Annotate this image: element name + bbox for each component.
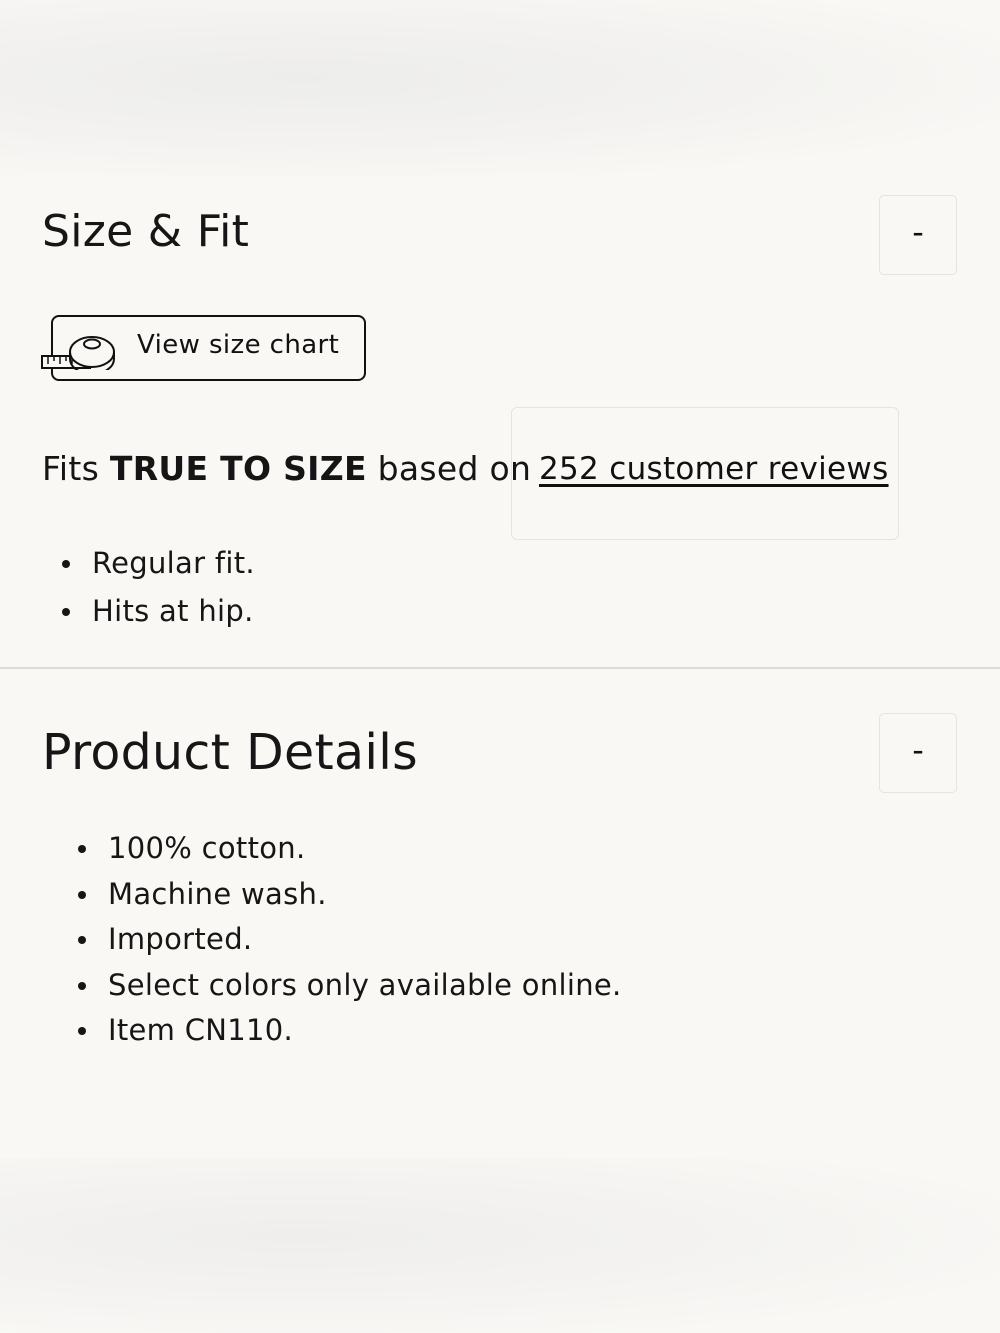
list-item: Hits at hip. <box>56 591 255 639</box>
image-placeholder-bottom <box>0 1158 1000 1333</box>
list-item: Machine wash. <box>72 874 622 920</box>
size-fit-collapse-button[interactable]: - <box>879 195 957 275</box>
fit-summary-prefix: Fits <box>42 449 100 488</box>
measuring-tape-icon <box>41 336 115 370</box>
fit-bullet-list: Regular fit. Hits at hip. <box>56 543 255 639</box>
list-item: 100% cotton. <box>72 828 622 874</box>
list-item: Item CN110. <box>72 1010 622 1056</box>
product-details-collapse-button[interactable]: - <box>879 713 957 793</box>
size-fit-heading: Size & Fit <box>42 206 250 257</box>
list-item: Regular fit. <box>56 543 255 591</box>
customer-reviews-link[interactable]: 252 customer reviews <box>539 451 889 487</box>
list-item: Select colors only available online. <box>72 965 622 1011</box>
image-placeholder-top <box>0 0 1000 175</box>
list-item: Imported. <box>72 919 622 965</box>
product-details-bullet-list: 100% cotton. Machine wash. Imported. Sel… <box>72 828 622 1056</box>
fit-summary-suffix: based on <box>377 449 532 488</box>
fit-summary-emphasis: TRUE TO SIZE <box>109 449 367 488</box>
fit-summary: Fits TRUE TO SIZE based on <box>42 449 531 488</box>
section-divider <box>0 667 1000 669</box>
view-size-chart-label: View size chart <box>137 330 340 360</box>
product-details-heading: Product Details <box>42 724 418 781</box>
